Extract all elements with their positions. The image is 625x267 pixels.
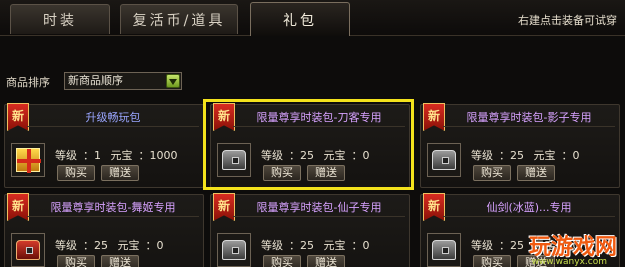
price-label: 元宝 [533, 149, 556, 162]
tab-bar: 时装 复活币/道具 礼包 右建点击装备可试穿 [0, 0, 625, 36]
tab-gift-packs[interactable]: 礼包 [250, 2, 350, 36]
new-badge: 新 [7, 103, 29, 131]
sort-row: 商品排序 新商品顺序 [0, 70, 625, 92]
product-card: 新 限量尊享时装包-仙子专用 等级 ：25 元宝 ：0 购买 赠送 [210, 193, 410, 267]
level-label: 等级 [261, 239, 283, 252]
new-badge: 新 [423, 193, 445, 221]
new-badge: 新 [213, 103, 235, 131]
buy-button[interactable]: 购买 [473, 255, 511, 267]
product-card: 新 升级畅玩包 等级 ：1 元宝 ：1000 购买 赠送 [4, 103, 204, 188]
price-label: 元宝 [117, 239, 140, 252]
product-thumb[interactable] [427, 233, 461, 267]
sort-select-value: 新商品顺序 [68, 74, 123, 87]
level-label: 等级 [471, 239, 493, 252]
sort-select[interactable]: 新商品顺序 [64, 72, 182, 90]
chest-icon [432, 150, 456, 170]
chest-icon [222, 150, 246, 170]
product-thumb[interactable] [217, 233, 251, 267]
price-label: 元宝 [323, 149, 346, 162]
gift-button[interactable]: 赠送 [517, 165, 555, 181]
level-value: 25 [510, 149, 524, 162]
level-label: 等级 [471, 149, 493, 162]
gift-button[interactable]: 赠送 [101, 165, 139, 181]
product-thumb[interactable] [11, 143, 45, 177]
level-value: 25 [94, 239, 108, 252]
sort-label: 商品排序 [6, 76, 50, 89]
product-title: 限量尊享时装包-刀客专用 [233, 109, 405, 127]
chest-icon [432, 240, 456, 260]
product-thumb[interactable] [11, 233, 45, 267]
product-info: 等级 ：25 元宝 ：0 [55, 239, 164, 252]
product-card: 新 限量尊享时装包-影子专用 等级 ：25 元宝 ：0 购买 赠送 [420, 103, 620, 188]
watermark-sub: www.wanyx.com [531, 257, 607, 267]
gift-button[interactable]: 赠送 [101, 255, 139, 267]
chevron-down-icon[interactable] [166, 74, 180, 88]
level-label: 等级 [55, 239, 77, 252]
product-card: 新 限量尊享时装包-舞姬专用 等级 ：25 元宝 ：0 购买 赠送 [4, 193, 204, 267]
price-value: 0 [362, 239, 370, 252]
product-title: 仙剑(冰蓝)...专用 [443, 199, 615, 217]
gift-box-icon [16, 148, 41, 173]
level-label: 等级 [261, 149, 283, 162]
buy-button[interactable]: 购买 [473, 165, 511, 181]
buy-button[interactable]: 购买 [263, 165, 301, 181]
product-info: 等级 ：25 元宝 ：0 [261, 239, 370, 252]
buy-button[interactable]: 购买 [263, 255, 301, 267]
price-value: 0 [362, 149, 370, 162]
tab-fashion[interactable]: 时装 [10, 4, 110, 34]
product-card: 新 限量尊享时装包-刀客专用 等级 ：25 元宝 ：0 购买 赠送 [210, 103, 410, 188]
gift-button[interactable]: 赠送 [307, 255, 345, 267]
red-chest-icon [16, 240, 40, 260]
level-value: 1 [94, 149, 101, 162]
gift-button[interactable]: 赠送 [307, 165, 345, 181]
new-badge: 新 [423, 103, 445, 131]
product-info: 等级 ：1 元宝 ：1000 [55, 149, 178, 162]
level-label: 等级 [55, 149, 77, 162]
buy-button[interactable]: 购买 [57, 165, 95, 181]
product-thumb[interactable] [217, 143, 251, 177]
level-value: 25 [300, 149, 314, 162]
price-label: 元宝 [110, 149, 133, 162]
chest-icon [222, 240, 246, 260]
product-info: 等级 ：25 元宝 ：0 [471, 149, 580, 162]
new-badge: 新 [213, 193, 235, 221]
price-label: 元宝 [323, 239, 346, 252]
price-value: 0 [156, 239, 164, 252]
buy-button[interactable]: 购买 [57, 255, 95, 267]
level-value: 25 [510, 239, 524, 252]
product-thumb[interactable] [427, 143, 461, 177]
product-title: 限量尊享时装包-舞姬专用 [27, 199, 199, 217]
product-title: 限量尊享时装包-仙子专用 [233, 199, 405, 217]
product-title: 升级畅玩包 [27, 109, 199, 127]
price-value: 0 [572, 149, 580, 162]
product-title: 限量尊享时装包-影子专用 [443, 109, 615, 127]
new-badge: 新 [7, 193, 29, 221]
price-value: 1000 [149, 149, 178, 162]
tab-revive-items[interactable]: 复活币/道具 [120, 4, 238, 34]
site-watermark: 玩游戏网 www.wanyx.com [529, 229, 617, 267]
try-on-hint: 右建点击装备可试穿 [518, 14, 617, 27]
product-info: 等级 ：25 元宝 ：0 [261, 149, 370, 162]
level-value: 25 [300, 239, 314, 252]
